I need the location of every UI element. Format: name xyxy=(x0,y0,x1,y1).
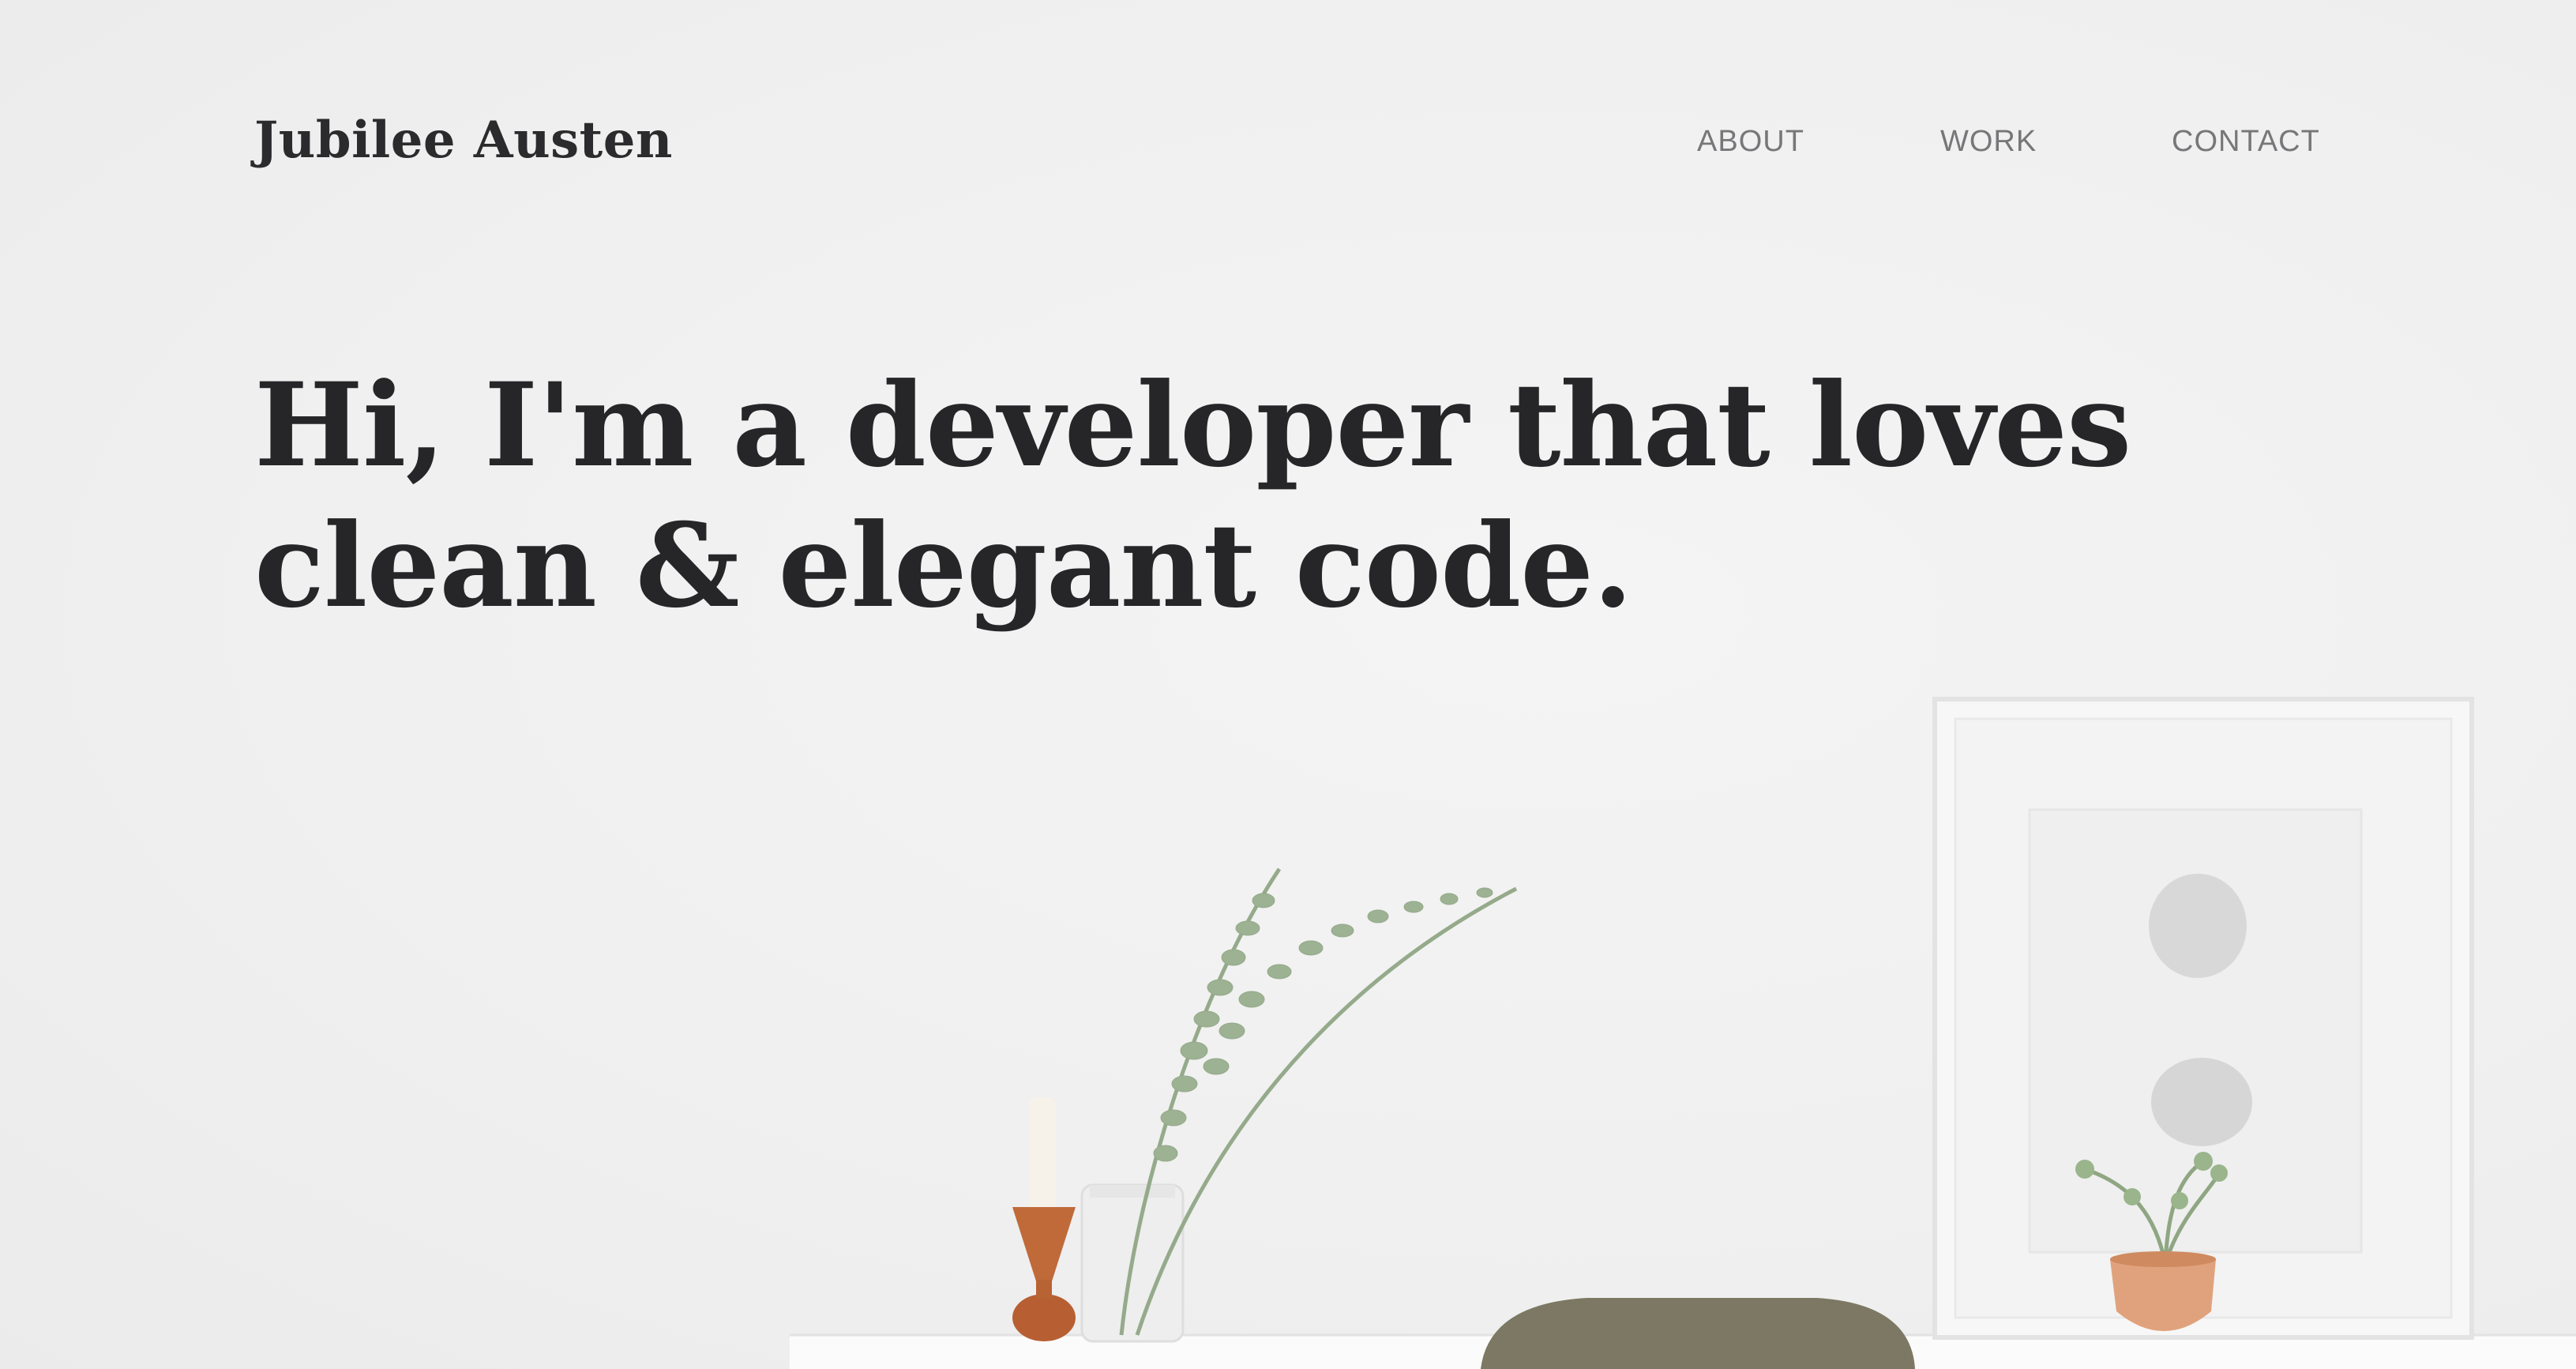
chair-back xyxy=(1481,1298,1915,1369)
candle-holder xyxy=(1012,1098,1076,1341)
nav-work-link[interactable]: WORK xyxy=(1940,125,2037,166)
candle xyxy=(1029,1098,1056,1209)
hero-background-photo xyxy=(790,697,2576,1369)
hero-headline-line-2: clean & elegant code. xyxy=(254,498,1633,634)
nav-contact-link[interactable]: CONTACT xyxy=(2172,125,2320,166)
site-logo[interactable]: Jubilee Austen xyxy=(254,111,673,170)
picture-frame xyxy=(1932,697,2474,1340)
nav-about-link[interactable]: ABOUT xyxy=(1697,125,1804,166)
frame-art-circle-top xyxy=(2149,874,2247,978)
hero-headline-line-1: Hi, I'm a developer that loves xyxy=(254,358,2131,493)
hero-headline: Hi, I'm a developer that loves clean & e… xyxy=(254,355,2150,637)
frame-art-circle-bottom xyxy=(2151,1058,2252,1146)
